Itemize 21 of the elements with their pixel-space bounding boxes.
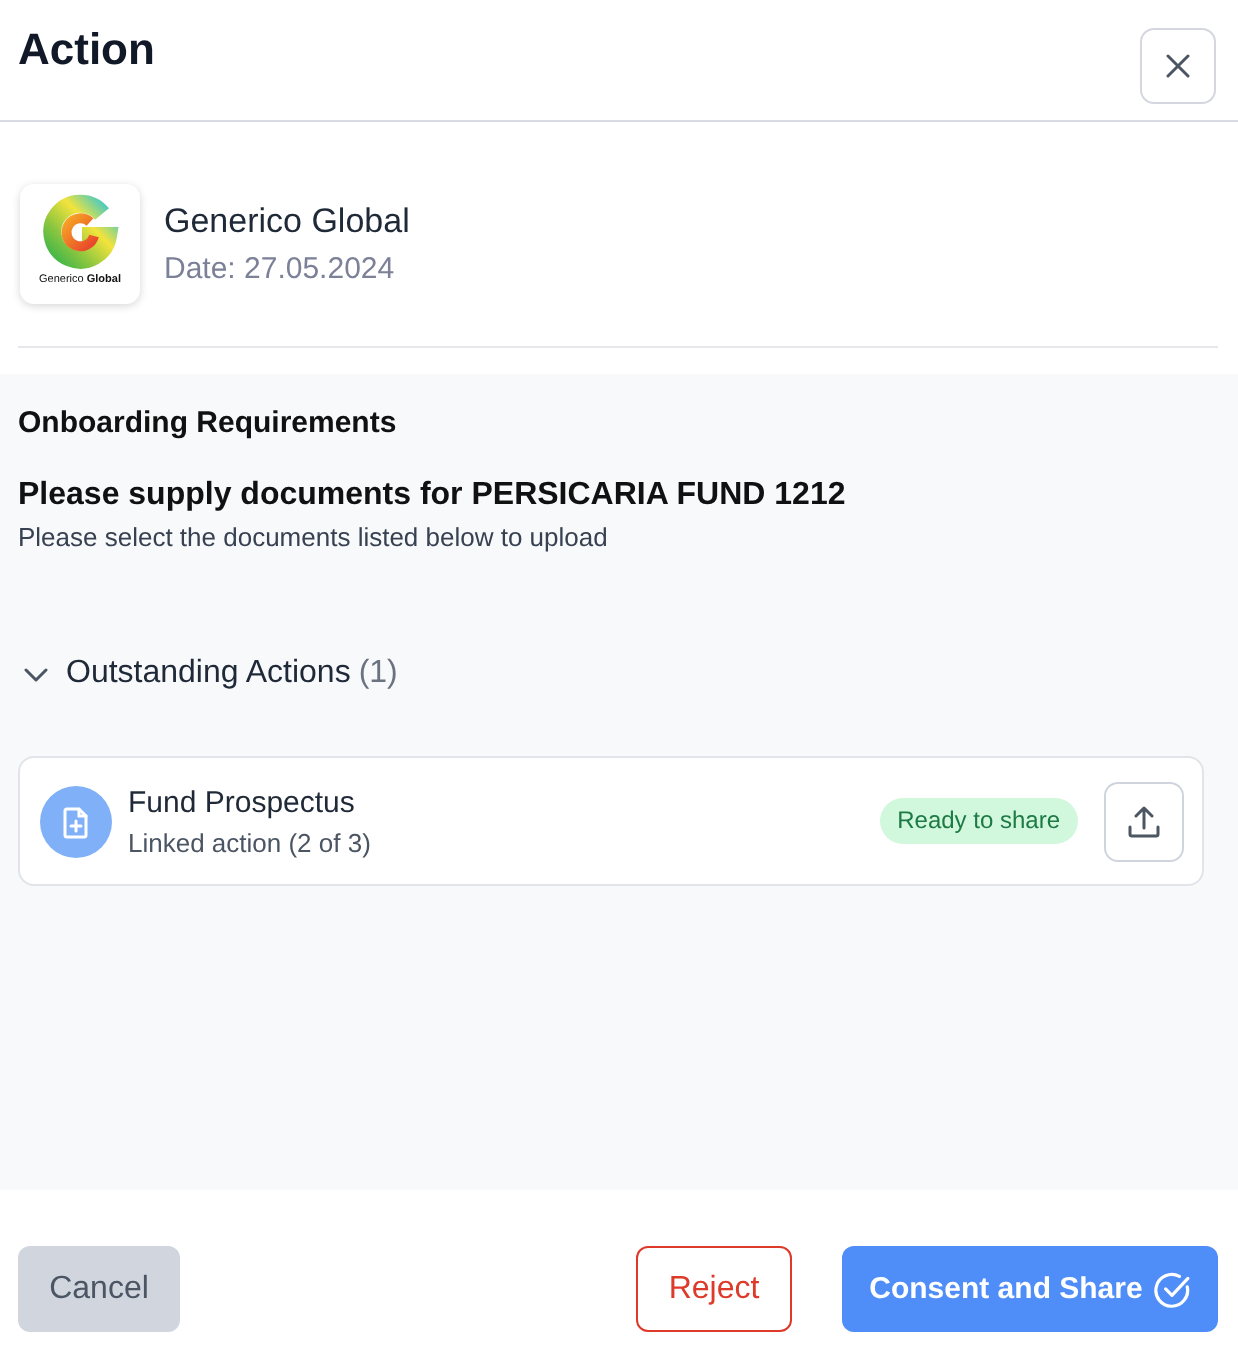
close-button[interactable]: [1140, 28, 1216, 104]
g-logo-icon: [40, 192, 120, 272]
requirements-title: Please supply documents for PERSICARIA FUND 1212: [18, 476, 848, 516]
document-title: Fund Prospectus: [128, 783, 357, 821]
file-plus-icon: [40, 785, 112, 857]
consent-button[interactable]: Consent and Share: [842, 1246, 1218, 1332]
requirements-subtitle: Please select the documents listed below to upload: [18, 520, 610, 556]
document-subtitle: Linked action (2 of 3): [128, 825, 373, 859]
cancel-button[interactable]: Cancel: [18, 1246, 180, 1332]
section-heading: Onboarding Requirements: [18, 404, 399, 444]
upload-button[interactable]: [1104, 781, 1184, 861]
check-circle-icon: [1154, 1271, 1191, 1307]
dialog-title: Action: [18, 22, 155, 78]
outstanding-actions-toggle[interactable]: Outstanding Actions (1): [18, 650, 398, 698]
close-icon: [1166, 54, 1190, 78]
company-name: Generico Global: [164, 199, 410, 243]
document-card[interactable]: Fund Prospectus Linked action (2 of 3) Ready to share: [18, 756, 1204, 886]
company-date: Date: 27.05.2024: [164, 249, 397, 289]
reject-button[interactable]: Reject: [636, 1246, 792, 1332]
upload-icon: [1128, 805, 1160, 837]
status-badge: Ready to share: [879, 798, 1078, 844]
